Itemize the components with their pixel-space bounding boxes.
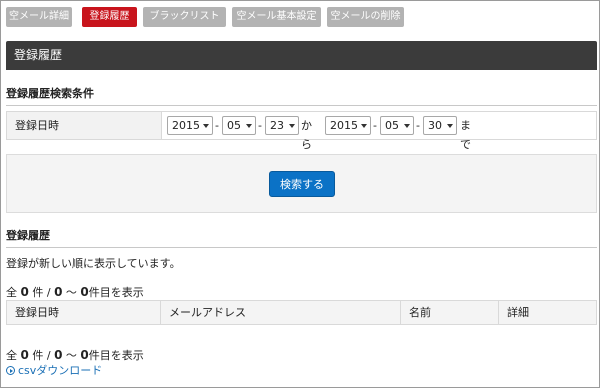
to-day-select[interactable]: 30 <box>423 116 457 135</box>
column-header-name: 名前 <box>401 301 499 324</box>
sort-note: 登録が新しい順に表示しています。 <box>6 257 181 270</box>
from-day-select[interactable]: 23 <box>265 116 299 135</box>
history-section-title: 登録履歴 <box>6 227 597 248</box>
search-section-title: 登録履歴検索条件 <box>6 85 597 106</box>
search-panel: 検索する <box>6 154 597 213</box>
tab-mail-detail[interactable]: 空メール詳細 <box>6 7 72 27</box>
from-text: から <box>301 119 312 151</box>
chevron-down-icon <box>447 124 453 128</box>
date-label: 登録日時 <box>7 112 162 139</box>
tab-delete-mail[interactable]: 空メールの削除 <box>327 7 404 27</box>
column-header-detail: 詳細 <box>507 306 529 319</box>
csv-download-link[interactable]: csvダウンロード <box>6 362 102 378</box>
tab-blacklist[interactable]: ブラックリスト <box>143 7 226 27</box>
page-frame: 空メール詳細 登録履歴 ブラックリスト 空メール基本設定 空メールの削除 登録履… <box>0 0 600 388</box>
column-header-date: 登録日時 <box>7 301 161 324</box>
date-separator: - <box>416 119 420 132</box>
date-separator: - <box>373 119 377 132</box>
history-table-header: 登録日時 メールアドレス 名前 詳細 <box>6 300 597 325</box>
to-month-select[interactable]: 05 <box>380 116 414 135</box>
chevron-down-icon <box>404 124 410 128</box>
tab-basic-settings[interactable]: 空メール基本設定 <box>232 7 321 27</box>
date-separator: - <box>215 119 219 132</box>
result-counter: 全 0 件 / 0 〜 0件目を表示 <box>6 285 144 299</box>
play-circle-icon <box>6 366 15 375</box>
chevron-down-icon <box>203 124 209 128</box>
page-title: 登録履歴 <box>6 41 597 70</box>
tab-registration-history[interactable]: 登録履歴 <box>82 7 137 27</box>
chevron-down-icon <box>361 124 367 128</box>
search-date-row: 登録日時 2015 - 05 - 23 から 2015 - 05 - 30 まで <box>6 111 597 151</box>
chevron-down-icon <box>246 124 252 128</box>
from-year-select[interactable]: 2015 <box>167 116 213 135</box>
to-year-select[interactable]: 2015 <box>325 116 371 135</box>
date-separator: - <box>258 119 262 132</box>
chevron-down-icon <box>289 124 295 128</box>
column-header-email: メールアドレス <box>161 301 401 324</box>
until-text: まで <box>460 119 471 151</box>
result-counter-bottom: 全 0 件 / 0 〜 0件目を表示 <box>6 348 144 362</box>
search-button[interactable]: 検索する <box>269 171 335 197</box>
from-month-select[interactable]: 05 <box>222 116 256 135</box>
